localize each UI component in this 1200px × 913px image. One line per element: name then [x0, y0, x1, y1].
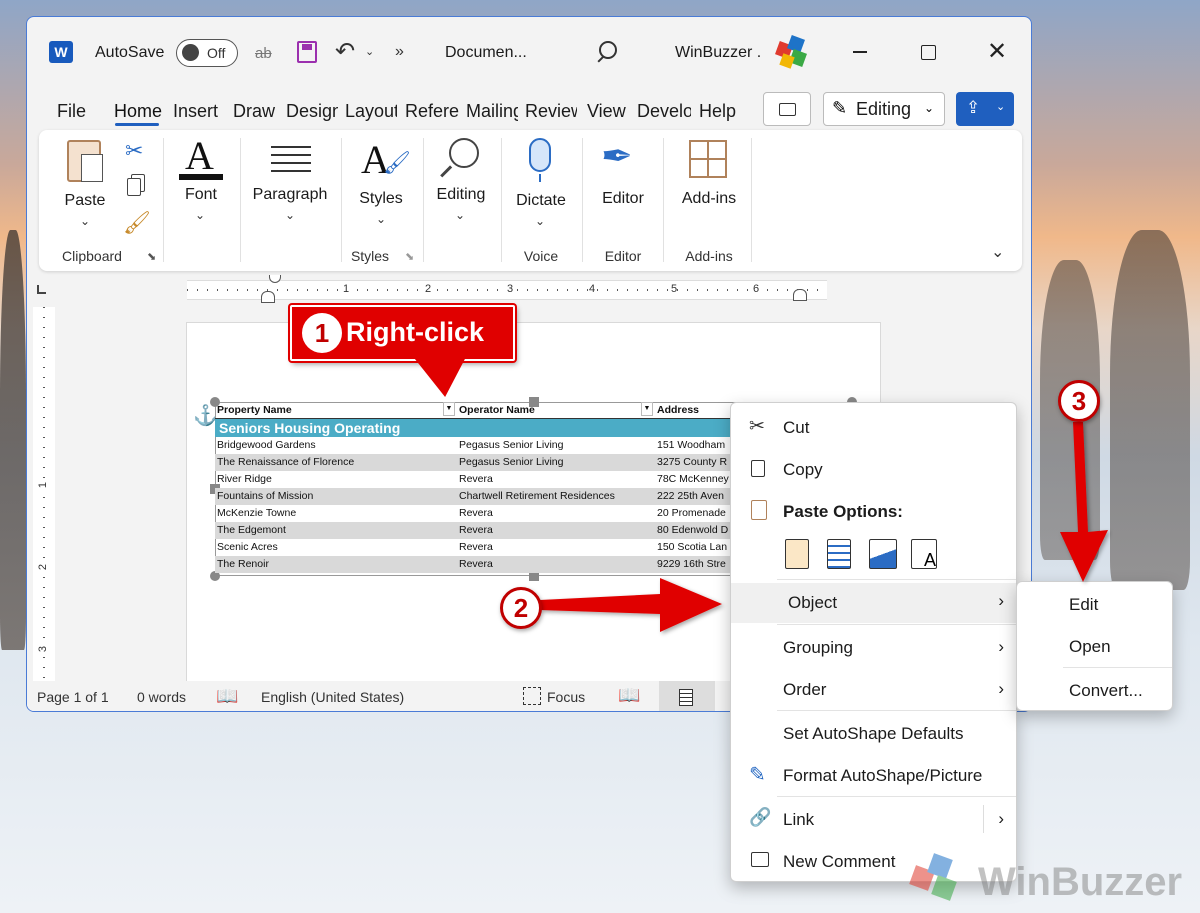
- annotation-arrows: [540, 422, 1108, 632]
- step-3-badge: 3: [1058, 380, 1100, 422]
- step-2-badge: 2: [500, 587, 542, 629]
- step-2-arrow: [540, 578, 722, 632]
- winbuzzer-logo-icon: [909, 853, 968, 906]
- step-3-arrow: [1060, 422, 1108, 582]
- watermark-text: WinBuzzer: [978, 860, 1183, 904]
